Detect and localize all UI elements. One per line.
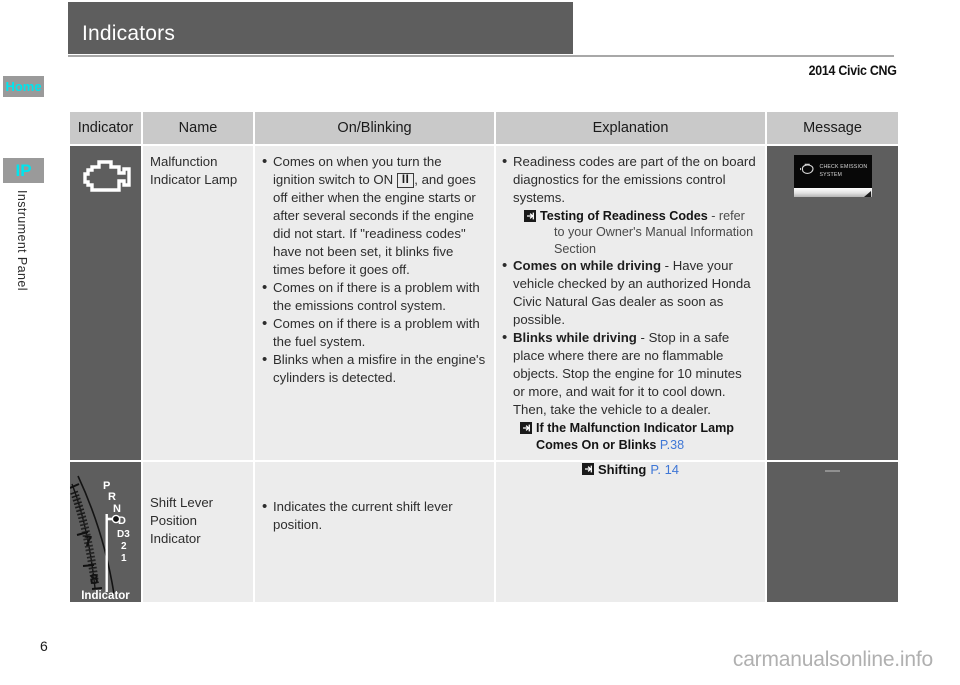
list-item-text: Readiness codes are part of the on board… <box>513 154 756 206</box>
cross-reference-shifting[interactable]: Shifting P. 14 <box>581 461 679 477</box>
svg-text:1: 1 <box>121 553 127 564</box>
reference-detail: to your Owner's Manual Information Secti… <box>554 225 754 256</box>
column-header-name: Name <box>143 112 253 144</box>
name-cell-shift: Shift Lever Position Indicator <box>143 461 253 602</box>
indicator-cell-mil <box>70 146 141 460</box>
bullet-glyph: • <box>262 351 268 369</box>
bullet-glyph: • <box>502 257 508 275</box>
cross-reference-readiness-codes[interactable]: Testing of Readiness Codes - refer to yo… <box>524 208 756 257</box>
manual-page: Indicators 2014 Civic CNG Home IP Instru… <box>0 0 960 685</box>
list-item: • Blinks while driving - Stop in a safe … <box>502 329 756 419</box>
svg-text:R: R <box>108 491 116 503</box>
list-item-text: Comes on if there is a problem with the … <box>273 280 480 314</box>
reference-arrow-icon <box>520 422 533 435</box>
reference-page-link[interactable]: P.38 <box>660 438 684 452</box>
column-header-explanation: Explanation <box>496 112 765 144</box>
message-line-1: CHECK EMISSION <box>819 163 868 170</box>
message-none: — <box>825 461 840 479</box>
reference-page-link[interactable]: P. 14 <box>650 462 679 477</box>
message-display-text: CHECK EMISSION SYSTEM <box>820 164 868 179</box>
sidebar-item-ip[interactable]: IP <box>3 158 44 183</box>
bullet-glyph: • <box>262 497 268 515</box>
model-label: 2014 Civic CNG <box>809 63 897 78</box>
display-bezel <box>793 188 872 197</box>
name-cell-mil: Malfunction Indicator Lamp <box>143 146 253 460</box>
reference-title: Shifting <box>597 461 647 477</box>
onblinking-cell-mil: • Comes on when you turn the ignition sw… <box>255 146 494 460</box>
column-header-onblinking: On/Blinking <box>255 112 494 144</box>
bullet-glyph: • <box>262 153 268 170</box>
reference-title: Testing of Readiness Codes <box>540 209 708 224</box>
reference-arrow-icon <box>524 210 537 223</box>
indicator-cell-shift: 7 8 P R N D D3 2 1 Indicator <box>69 461 141 602</box>
list-item: • Blinks when a misfire in the engine's … <box>262 351 486 387</box>
message-cell-mil: CHECK EMISSION SYSTEM <box>767 146 898 460</box>
svg-text:7: 7 <box>84 533 92 550</box>
svg-text:2: 2 <box>121 541 127 552</box>
cross-reference-mil-comes-on[interactable]: If the Malfunction Indicator Lamp Comes … <box>520 420 756 453</box>
bullet-glyph: • <box>262 315 268 333</box>
table-header-row: Indicator Name On/Blinking Explanation M… <box>70 112 898 144</box>
indicator-name: Shift Lever Position Indicator <box>150 494 214 547</box>
indicator-art-caption: Indicator <box>81 589 130 602</box>
onblinking-cell-shift: • Indicates the current shift lever posi… <box>255 461 494 602</box>
explanation-cell-shift: Shifting P. 14 <box>496 461 765 602</box>
list-item: • Comes on if there is a problem with th… <box>262 315 486 351</box>
page-title-bar: Indicators <box>68 2 573 54</box>
list-item-text: Comes on if there is a problem with the … <box>273 316 480 350</box>
emphasis-text: Blinks while driving <box>513 330 637 346</box>
sidebar-item-home[interactable]: Home <box>3 76 44 97</box>
list-item: • Comes on when you turn the ignition sw… <box>262 153 486 279</box>
check-engine-icon <box>70 156 141 196</box>
message-line-2: SYSTEM <box>819 171 843 178</box>
ignition-on-key-badge: II <box>396 173 415 189</box>
column-header-indicator: Indicator <box>70 112 141 144</box>
table-row: Malfunction Indicator Lamp • Comes on wh… <box>70 146 898 460</box>
indicator-name: Malfunction Indicator Lamp <box>150 154 238 188</box>
list-item: • Readiness codes are part of the on boa… <box>502 153 756 207</box>
title-divider <box>68 55 894 57</box>
column-header-message: Message <box>767 112 898 144</box>
page-title: Indicators <box>82 22 176 45</box>
shift-lever-gauge-image: 7 8 P R N D D3 2 1 Indicator <box>69 462 141 602</box>
reference-suffix: - refer <box>707 209 745 224</box>
bullet-glyph: • <box>262 279 268 297</box>
table-row: 7 8 P R N D D3 2 1 Indicator Shift Lever… <box>69 461 898 602</box>
message-cell-shift: — <box>767 461 898 602</box>
bullet-glyph: • <box>502 329 508 347</box>
bullet-glyph: • <box>502 153 508 170</box>
list-item-text: Comes on while driving - Have your vehic… <box>513 257 756 329</box>
text-fragment: , and goes off either when the engine st… <box>273 172 476 278</box>
list-item: • Comes on if there is a problem with th… <box>262 279 486 315</box>
svg-text:8: 8 <box>90 571 98 588</box>
list-item: • Indicates the current shift lever posi… <box>262 498 486 534</box>
reference-arrow-icon <box>581 463 595 476</box>
sidebar-section-label: Instrument Panel <box>15 190 29 291</box>
emphasis-text: Comes on while driving <box>513 258 662 274</box>
svg-text:N: N <box>113 503 121 515</box>
site-watermark: carmanualsonline.info <box>732 648 933 671</box>
list-item-text: Blinks when a misfire in the engine's cy… <box>273 352 486 386</box>
explanation-cell-mil: • Readiness codes are part of the on boa… <box>496 146 765 460</box>
message-display-image: CHECK EMISSION SYSTEM <box>767 155 898 197</box>
reference-title: If the Malfunction Indicator Lamp Comes … <box>536 421 735 452</box>
list-item-text: Indicates the current shift lever positi… <box>273 498 453 532</box>
svg-text:D3: D3 <box>117 529 130 540</box>
emission-warning-icon <box>799 163 816 181</box>
list-item-text: Comes on when you turn the ignition swit… <box>273 153 486 279</box>
indicators-table: Indicator Name On/Blinking Explanation M… <box>68 110 900 604</box>
list-item: • Comes on while driving - Have your veh… <box>502 257 756 329</box>
page-number: 6 <box>40 638 48 654</box>
list-item-text: Blinks while driving - Stop in a safe pl… <box>513 329 756 419</box>
